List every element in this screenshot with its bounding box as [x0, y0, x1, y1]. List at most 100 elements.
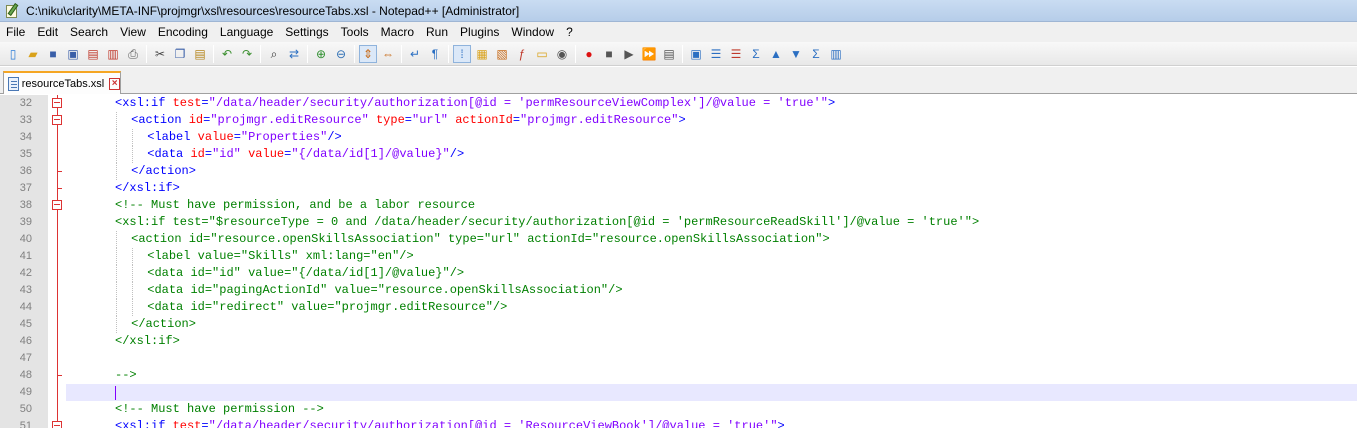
fold-end-marker: [57, 171, 62, 172]
menu-file[interactable]: File: [0, 22, 31, 42]
indent-guide-icon[interactable]: ⁞: [453, 44, 471, 63]
close-icon[interactable]: ▤: [84, 45, 102, 63]
token-val: "/data/header/security/authorization[@id…: [208, 419, 778, 428]
token-cmt: </xsl:if>: [115, 334, 180, 348]
current-line[interactable]: 49: [20, 384, 1357, 401]
fold-toggle-icon[interactable]: [52, 200, 62, 210]
print-icon[interactable]: ⎙: [124, 45, 142, 63]
code-line[interactable]: 34 <label value="Properties"/>: [0, 129, 1357, 146]
code-text: <xsl:if test="/data/header/security/auth…: [115, 95, 835, 112]
menu-macro[interactable]: Macro: [375, 22, 420, 42]
find-icon[interactable]: ⌕: [265, 45, 283, 63]
save-all-icon[interactable]: ▣: [64, 45, 82, 63]
tab-resourcetabs-xsl[interactable]: resourceTabs.xsl ×: [3, 71, 121, 94]
code-line[interactable]: 38 <!-- Must have permission, and be a la…: [0, 197, 1357, 214]
code-line[interactable]: 32 <xsl:if test="/data/header/security/au…: [0, 95, 1357, 112]
paste-icon[interactable]: ▤: [191, 45, 209, 63]
plugin-a-icon[interactable]: ▣: [687, 45, 705, 63]
menu-help[interactable]: ?: [560, 22, 579, 42]
zoom-in-icon[interactable]: ⊕: [312, 45, 330, 63]
menu-search[interactable]: Search: [64, 22, 114, 42]
code-line[interactable]: 43 <data id="pagingActionId" value="resou…: [0, 282, 1357, 299]
menu-encoding[interactable]: Encoding: [152, 22, 214, 42]
indent-guide: [116, 112, 117, 129]
menu-view[interactable]: View: [114, 22, 152, 42]
menu-window[interactable]: Window: [505, 22, 560, 42]
user-lang-icon[interactable]: ▦: [473, 45, 491, 63]
code-line[interactable]: 50 <!-- Must have permission -->: [0, 401, 1357, 418]
doc-map-icon[interactable]: ▧: [493, 45, 511, 63]
code-line[interactable]: 33 <action id="projmgr.editResource" type…: [0, 112, 1357, 129]
fold-toggle-icon[interactable]: [52, 98, 62, 108]
menu-edit[interactable]: Edit: [31, 22, 64, 42]
stop-record-icon[interactable]: ■: [600, 45, 618, 63]
plugin-b-icon[interactable]: ☰: [707, 45, 725, 63]
toolbar-separator: [146, 44, 147, 63]
open-file-icon[interactable]: ▰: [24, 45, 42, 63]
redo-icon[interactable]: ↷: [238, 45, 256, 63]
run-macro-multiple-icon[interactable]: ⏩: [640, 45, 658, 63]
new-file-icon[interactable]: ▯: [4, 45, 22, 63]
fold-toggle-icon[interactable]: [52, 115, 62, 125]
notepad-plus-plus-icon: [4, 2, 20, 19]
token-cmt: -->: [115, 368, 137, 382]
menu-settings[interactable]: Settings: [279, 22, 334, 42]
record-macro-icon[interactable]: ●: [580, 45, 598, 63]
token-cmt: <data id="redirect" value="projmgr.editR…: [147, 300, 508, 314]
line-number: 38: [19, 199, 32, 211]
zoom-out-icon[interactable]: ⊖: [332, 45, 350, 63]
token-val: "url": [412, 113, 449, 127]
menu-plugins[interactable]: Plugins: [454, 22, 505, 42]
sync-vertical-icon[interactable]: ⇕: [359, 44, 377, 63]
menu-language[interactable]: Language: [214, 22, 279, 42]
play-macro-icon[interactable]: ▶: [620, 45, 638, 63]
close-all-icon[interactable]: ▥: [104, 45, 122, 63]
copy-icon[interactable]: ❐: [171, 45, 189, 63]
code-line[interactable]: 40 <action id="resource.openSkillsAssocia…: [0, 231, 1357, 248]
code-line[interactable]: 44 <data id="redirect" value="projmgr.edi…: [0, 299, 1357, 316]
arrow-down-icon[interactable]: ▼: [787, 45, 805, 63]
code-line[interactable]: 36 </action>: [0, 163, 1357, 180]
code-line[interactable]: 39 <xsl:if test="$resourceType = 0 and /d…: [0, 214, 1357, 231]
code-line[interactable]: 41 <label value="Skills" xml:lang="en"/>: [0, 248, 1357, 265]
undo-icon[interactable]: ↶: [218, 45, 236, 63]
monitor-icon[interactable]: ◉: [553, 45, 571, 63]
plugin-d-icon[interactable]: Σ: [747, 45, 765, 63]
line-number: 37: [19, 182, 32, 194]
menu-run[interactable]: Run: [420, 22, 454, 42]
code-line[interactable]: 48 -->: [0, 367, 1357, 384]
replace-icon[interactable]: ⇄: [285, 45, 303, 63]
code-text: <data id="redirect" value="projmgr.editR…: [147, 299, 507, 316]
toolbar-separator: [354, 44, 355, 63]
tab-close-icon[interactable]: ×: [109, 77, 120, 90]
sync-horizontal-icon[interactable]: ⇔: [379, 45, 397, 63]
cut-icon[interactable]: ✂: [151, 45, 169, 63]
plugin-f-icon[interactable]: ▥: [827, 45, 845, 63]
indent-guide: [132, 299, 134, 316]
token-attr: id: [188, 113, 204, 127]
word-wrap-icon[interactable]: ↵: [406, 45, 424, 63]
code-line[interactable]: 46 </xsl:if>: [0, 333, 1357, 350]
code-line[interactable]: 47: [0, 350, 1357, 367]
function-list-icon[interactable]: ƒ: [513, 45, 531, 63]
show-all-chars-icon[interactable]: ¶: [426, 45, 444, 63]
code-line[interactable]: 42 <data id="id" value="{/data/id[1]/@val…: [0, 265, 1357, 282]
save-macro-icon[interactable]: ▤: [660, 45, 678, 63]
plugin-e-icon[interactable]: Σ: [807, 45, 825, 63]
menu-tools[interactable]: Tools: [335, 22, 375, 42]
token-cmt: <label value="Skills" xml:lang="en"/>: [147, 249, 414, 263]
fold-toggle-icon[interactable]: [52, 421, 62, 428]
editor[interactable]: 32 <xsl:if test="/data/header/security/au…: [0, 95, 1357, 428]
arrow-up-icon[interactable]: ▲: [767, 45, 785, 63]
fold-end-marker: [57, 375, 62, 376]
code-line[interactable]: 51 <xsl:if test="/data/header/security/au…: [0, 418, 1357, 428]
token-tag: =: [512, 113, 521, 127]
save-icon[interactable]: ■: [44, 45, 62, 63]
code-text: </xsl:if>: [115, 180, 180, 197]
indent-guide: [132, 129, 134, 146]
code-line[interactable]: 45 </action>: [0, 316, 1357, 333]
plugin-c-icon[interactable]: ☰: [727, 45, 745, 63]
code-line[interactable]: 35 <data id="id" value="{/data/id[1]/@val…: [0, 146, 1357, 163]
code-line[interactable]: 37 </xsl:if>: [0, 180, 1357, 197]
folder-workspace-icon[interactable]: ▭: [533, 45, 551, 63]
